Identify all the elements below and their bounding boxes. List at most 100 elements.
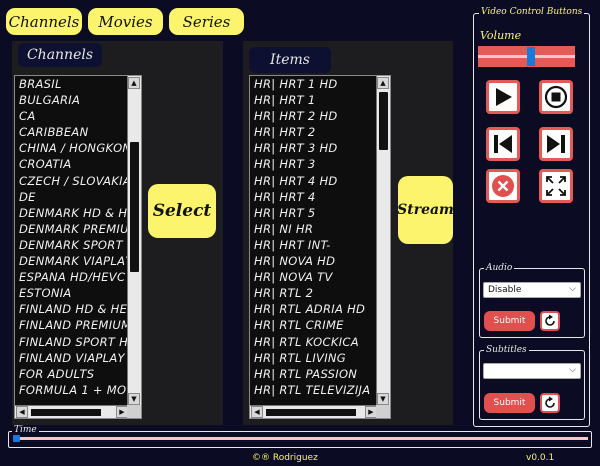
scroll-down-icon[interactable]: ▼ xyxy=(377,393,389,405)
channels-horizontal-scrollbar[interactable]: ◀ ▶ xyxy=(15,405,129,418)
refresh-icon xyxy=(545,396,555,408)
scroll-up-icon[interactable]: ▲ xyxy=(377,77,389,89)
list-item[interactable]: CA xyxy=(15,108,141,124)
audio-refresh-button[interactable] xyxy=(540,311,560,331)
list-item[interactable]: HR| HRT 4 xyxy=(250,189,390,205)
scroll-thumb[interactable] xyxy=(31,409,101,416)
play-icon xyxy=(496,88,512,106)
video-control-title: Video Control Buttons xyxy=(479,7,585,17)
items-vertical-scrollbar[interactable]: ▲ ▼ xyxy=(376,76,390,406)
list-item[interactable]: CHINA / HONGKONG xyxy=(15,140,141,156)
audio-label: Audio xyxy=(484,263,515,273)
list-item[interactable]: HR| HRT 2 HD xyxy=(250,108,390,124)
previous-icon xyxy=(494,135,512,153)
list-item[interactable]: HR| NI HR xyxy=(250,221,390,237)
list-item[interactable]: HR| HRT 5 xyxy=(250,205,390,221)
list-item[interactable]: FINLAND SPORT HD xyxy=(15,334,141,350)
list-item[interactable]: HR| RTL PASSION xyxy=(250,366,390,382)
scroll-thumb[interactable] xyxy=(130,142,139,272)
select-button[interactable]: Select xyxy=(148,184,216,238)
items-list[interactable]: HR| HRT 1 HD HR| HRT 1 HR| HRT 2 HD HR| HRT… xyxy=(249,75,391,419)
audio-select[interactable]: Disable ⌵ xyxy=(483,282,581,298)
list-item[interactable]: HR| RTL KOCKICA xyxy=(250,334,390,350)
list-item[interactable]: DENMARK SPORT HD xyxy=(15,237,141,253)
tab-series[interactable]: Series xyxy=(169,8,244,35)
list-item[interactable]: CZECH / SLOVAKIA xyxy=(15,173,141,189)
list-item[interactable]: FINLAND VIAPLAY xyxy=(15,350,141,366)
subtitles-submit-button[interactable]: Submit xyxy=(484,393,535,413)
list-item[interactable]: HR| HRT 1 HD xyxy=(250,76,390,92)
fullscreen-icon xyxy=(546,176,566,196)
close-icon xyxy=(492,175,514,197)
volume-label: Volume xyxy=(480,29,522,42)
next-icon xyxy=(547,135,565,153)
volume-slider[interactable] xyxy=(478,46,575,67)
scroll-thumb[interactable] xyxy=(266,409,356,416)
list-item[interactable]: HR| RTL CRIME xyxy=(250,317,390,333)
channels-vertical-scrollbar[interactable]: ▲ ▼ xyxy=(127,76,141,406)
list-item[interactable]: CARIBBEAN xyxy=(15,124,141,140)
list-item[interactable]: DENMARK HD & HEVC xyxy=(15,205,141,221)
list-item[interactable]: HR| NOVA HD xyxy=(250,253,390,269)
subtitles-refresh-button[interactable] xyxy=(540,393,560,413)
volume-thumb[interactable] xyxy=(526,47,535,66)
audio-submit-button[interactable]: Submit xyxy=(484,311,535,331)
play-button[interactable] xyxy=(486,80,520,114)
scroll-corner xyxy=(376,405,390,418)
list-item[interactable]: HR| HRT 1 xyxy=(250,92,390,108)
subtitles-select[interactable]: ⌵ xyxy=(483,363,581,379)
list-item[interactable]: HR| RTL 2 xyxy=(250,285,390,301)
next-button[interactable] xyxy=(539,127,573,161)
items-list-items: HR| HRT 1 HD HR| HRT 1 HR| HRT 2 HD HR| HRT… xyxy=(250,76,390,398)
stop-button[interactable] xyxy=(539,80,573,114)
previous-button[interactable] xyxy=(486,127,520,161)
fullscreen-button[interactable] xyxy=(539,169,573,203)
list-item[interactable]: HR| NOVA TV xyxy=(250,269,390,285)
list-item[interactable]: CROATIA xyxy=(15,156,141,172)
chevron-down-icon: ⌵ xyxy=(569,284,576,294)
subtitles-label: Subtitles xyxy=(484,345,529,355)
credit-text: ©® Rodriguez xyxy=(252,453,318,463)
channels-panel-title: Channels xyxy=(18,43,102,67)
scroll-left-icon[interactable]: ◀ xyxy=(16,406,28,418)
list-item[interactable]: HR| RTL LIVING xyxy=(250,350,390,366)
time-thumb[interactable] xyxy=(13,435,20,442)
items-panel-title: Items xyxy=(249,47,331,73)
time-label: Time xyxy=(12,425,39,435)
list-item[interactable]: HR| HRT 3 xyxy=(250,156,390,172)
channels-list[interactable]: BRASIL BULGARIA CA CARIBBEAN CHINA / HONGKON… xyxy=(14,75,142,419)
list-item[interactable]: FINLAND HD & HEVC xyxy=(15,301,141,317)
chevron-down-icon: ⌵ xyxy=(569,365,576,375)
close-button[interactable] xyxy=(486,169,520,203)
stream-button[interactable]: Stream xyxy=(397,176,454,244)
list-item[interactable]: BRASIL xyxy=(15,76,141,92)
stop-icon xyxy=(544,85,568,109)
list-item[interactable]: BULGARIA xyxy=(15,92,141,108)
list-item[interactable]: HR| RTL TELEVIZIJA xyxy=(250,382,390,398)
list-item[interactable]: ESPANA HD/HEVC xyxy=(15,269,141,285)
scroll-corner xyxy=(127,405,141,418)
list-item[interactable]: FINLAND PREMIUM xyxy=(15,317,141,333)
scroll-left-icon[interactable]: ◀ xyxy=(251,406,263,418)
list-item[interactable]: HR| HRT INT- xyxy=(250,237,390,253)
scroll-down-icon[interactable]: ▼ xyxy=(128,393,140,405)
time-slider[interactable] xyxy=(13,435,588,442)
list-item[interactable]: HR| HRT 3 HD xyxy=(250,140,390,156)
refresh-icon xyxy=(545,314,555,326)
list-item[interactable]: HR| RTL ADRIA HD xyxy=(250,301,390,317)
items-horizontal-scrollbar[interactable]: ◀ ▶ xyxy=(250,405,378,418)
list-item[interactable]: FORMULA 1 + MOTO xyxy=(15,382,141,398)
channels-list-items: BRASIL BULGARIA CA CARIBBEAN CHINA / HONGKON… xyxy=(15,76,141,398)
scroll-thumb[interactable] xyxy=(379,92,388,150)
tab-channels[interactable]: Channels xyxy=(6,8,82,35)
list-item[interactable]: FOR ADULTS xyxy=(15,366,141,382)
audio-selected-value: Disable xyxy=(488,285,522,295)
list-item[interactable]: DE xyxy=(15,189,141,205)
list-item[interactable]: DENMARK PREMIUM xyxy=(15,221,141,237)
list-item[interactable]: HR| HRT 4 HD xyxy=(250,173,390,189)
scroll-up-icon[interactable]: ▲ xyxy=(128,77,140,89)
list-item[interactable]: HR| HRT 2 xyxy=(250,124,390,140)
tab-movies[interactable]: Movies xyxy=(88,8,163,35)
list-item[interactable]: DENMARK VIAPLAY xyxy=(15,253,141,269)
list-item[interactable]: ESTONIA xyxy=(15,285,141,301)
